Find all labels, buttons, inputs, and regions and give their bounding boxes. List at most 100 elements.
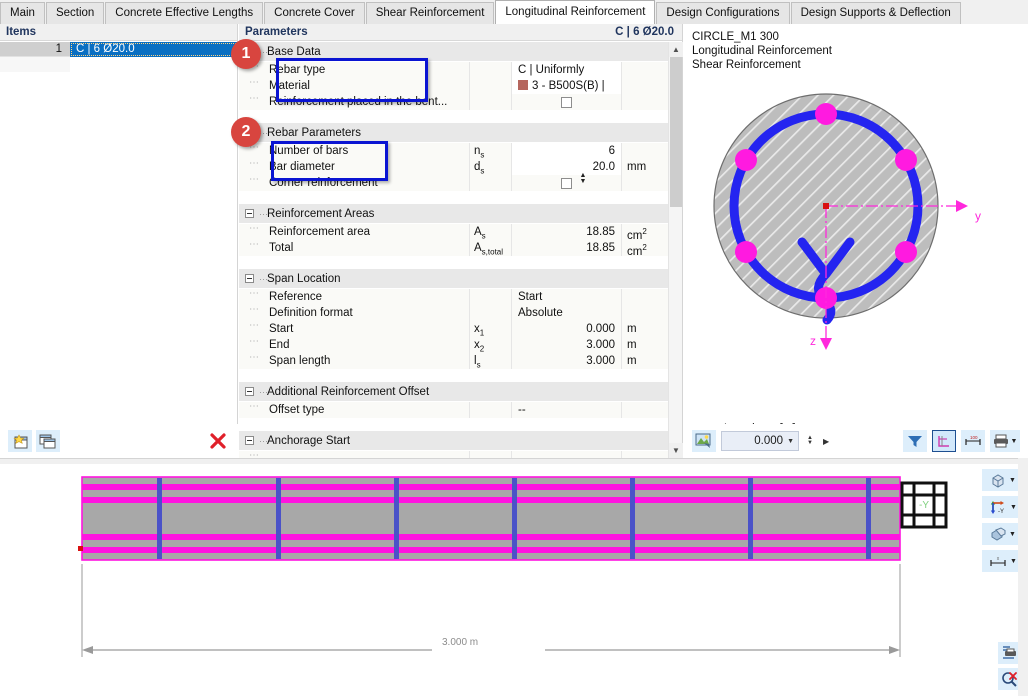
tab-concrete-effective-lengths[interactable]: Concrete Effective Lengths	[105, 2, 264, 24]
spinner-down-icon[interactable]: ▼	[580, 178, 587, 185]
row-bar-diameter[interactable]: Bar diameter ds 20.0 mm	[239, 156, 669, 175]
rebar-line-bottom-2	[82, 547, 900, 553]
row-corner-reinforcement[interactable]: Corner reinforcement	[239, 172, 669, 191]
row-symbol	[469, 78, 511, 94]
location-x-combo[interactable]: 0.000 ▼	[721, 431, 799, 451]
view-mode-dropdown-icon[interactable]: ▼	[1009, 477, 1016, 484]
material-color-swatch	[518, 80, 528, 90]
dimensions-button[interactable]: 100	[961, 430, 985, 452]
row-label: Reference	[269, 291, 323, 303]
row-material[interactable]: Material 3 - B500S(B) | Isotropic ...	[239, 75, 669, 108]
axis-system-button[interactable]	[932, 430, 956, 452]
row-symbol	[469, 175, 511, 191]
scroll-down-icon[interactable]: ▼	[669, 443, 683, 458]
filter-button[interactable]	[903, 430, 927, 452]
group-span-location[interactable]: ⋯ Span Location	[239, 269, 669, 289]
render-settings-button[interactable]	[692, 430, 716, 452]
start-unit: m	[621, 321, 667, 337]
beam-elevation-drawing[interactable]	[0, 464, 960, 696]
duplicate-item-button[interactable]	[36, 430, 60, 452]
scroll-up-icon[interactable]: ▲	[669, 42, 683, 57]
group-reinforcement-areas[interactable]: ⋯ Reinforcement Areas	[239, 204, 669, 224]
row-symbol: ds	[469, 159, 511, 175]
view-direction-dropdown-icon[interactable]: ▼	[1010, 504, 1017, 511]
number-of-bars-spinner[interactable]: ▲ ▼	[577, 172, 589, 186]
axis-y-arrow-icon	[956, 200, 968, 212]
tab-design-supports-deflection[interactable]: Design Supports & Deflection	[790, 2, 961, 24]
rebar-line-top-2	[82, 497, 900, 503]
row-reinforcement-placed-bent[interactable]: Reinforcement placed in the bent...	[239, 91, 669, 110]
reinforcement-area-value: 18.85	[511, 224, 621, 240]
material-value[interactable]: 3 - B500S(B) | Isotropic ...	[511, 78, 621, 108]
row-symbol: As,total	[469, 240, 511, 256]
parameters-scrollbar[interactable]: ▲ ▼	[668, 42, 683, 458]
list-item[interactable]: 1 C | 6 Ø20.0	[0, 42, 237, 57]
render-style-dropdown-icon[interactable]: ▼	[1009, 531, 1016, 538]
stirrup-7	[866, 478, 871, 559]
tab-shear-reinforcement[interactable]: Shear Reinforcement	[365, 2, 495, 24]
location-next-icon[interactable]: ▶	[823, 437, 829, 446]
stepper-down-icon[interactable]: ▼	[807, 440, 813, 446]
bar-diameter-input[interactable]: 20.0	[511, 159, 621, 175]
row-rebar-type[interactable]: Rebar type C | Uniformly surrounding	[239, 59, 669, 92]
row-symbol	[469, 62, 511, 78]
reference-value[interactable]: Start	[511, 289, 621, 305]
tab-design-configurations[interactable]: Design Configurations	[656, 2, 790, 24]
print-dropdown-icon[interactable]: ▼	[1011, 438, 1018, 445]
row-symbol: x1	[469, 321, 511, 337]
definition-format-value[interactable]: Absolute	[511, 305, 621, 321]
navigation-cube[interactable]: -Y	[900, 481, 948, 529]
location-x-stepper[interactable]: ▲ ▼	[804, 432, 816, 450]
tab-main[interactable]: Main	[0, 2, 45, 24]
row-label: Rebar type	[269, 64, 326, 76]
group-anchorage-start[interactable]: ⋯ Anchorage Start	[239, 431, 669, 451]
group-label: Anchorage Start	[267, 435, 351, 447]
tree-indent	[239, 172, 267, 191]
callout-badge-1: 1	[231, 39, 261, 69]
bent-checkbox-cell[interactable]	[511, 94, 621, 110]
dimension-display-dropdown-icon[interactable]: ▼	[1010, 558, 1017, 565]
offset-type-value[interactable]: --	[511, 402, 621, 418]
number-of-bars-input[interactable]: 6	[511, 143, 621, 159]
row-number-of-bars[interactable]: Number of bars ns 6	[239, 140, 669, 159]
new-item-button[interactable]	[8, 430, 32, 452]
end-value[interactable]: 3.000	[511, 337, 621, 353]
cross-section-drawing[interactable]	[684, 88, 1028, 428]
bent-checkbox[interactable]	[561, 96, 572, 108]
beam-origin-marker	[78, 546, 83, 551]
row-label: Total	[269, 242, 294, 254]
rebar-type-value[interactable]: C | Uniformly surrounding	[511, 62, 621, 92]
row-end[interactable]: End x2 3.000 m	[239, 334, 669, 353]
svg-text:x: x	[997, 556, 1000, 562]
scrollbar-thumb[interactable]	[670, 57, 682, 207]
row-unit	[621, 305, 667, 321]
group-base-data[interactable]: ⋯ Base Data	[239, 42, 669, 62]
group-label: Additional Reinforcement Offset	[267, 386, 430, 398]
chevron-down-icon[interactable]: ▼	[787, 438, 794, 445]
corner-reinforcement-checkbox[interactable]	[561, 177, 572, 189]
delete-item-button[interactable]	[206, 430, 230, 452]
print-button[interactable]: ▼	[990, 430, 1020, 452]
group-spacer	[239, 256, 669, 269]
tab-concrete-cover[interactable]: Concrete Cover	[264, 2, 365, 24]
tab-longitudinal-reinforcement[interactable]: Longitudinal Reinforcement	[495, 0, 656, 24]
row-definition-format[interactable]: Definition format Absolute	[239, 302, 669, 321]
row-start[interactable]: Start x1 0.000 m	[239, 318, 669, 337]
row-label: Bar diameter	[269, 161, 335, 173]
item-index-empty	[0, 57, 70, 72]
group-rebar-parameters[interactable]: ⋯ Rebar Parameters	[239, 123, 669, 143]
group-label: Span Location	[267, 273, 341, 285]
row-reference[interactable]: Reference Start	[239, 286, 669, 305]
corner-checkbox-cell[interactable]	[511, 175, 621, 191]
tab-section[interactable]: Section	[45, 2, 105, 24]
row-label: Offset type	[269, 404, 325, 416]
axis-z-arrow-icon	[820, 338, 832, 350]
start-value[interactable]: 0.000	[511, 321, 621, 337]
list-item-empty[interactable]	[0, 57, 237, 72]
group-spacer	[239, 369, 669, 382]
total-area-unit: cm2	[621, 240, 667, 258]
main-content: Items 1 C | 6 Ø20.0 Parameters C | 6 Ø20…	[0, 24, 1028, 458]
stirrup-5	[630, 478, 635, 559]
group-additional-reinforcement-offset[interactable]: ⋯ Additional Reinforcement Offset	[239, 382, 669, 402]
row-offset-type[interactable]: Offset type --	[239, 399, 669, 418]
